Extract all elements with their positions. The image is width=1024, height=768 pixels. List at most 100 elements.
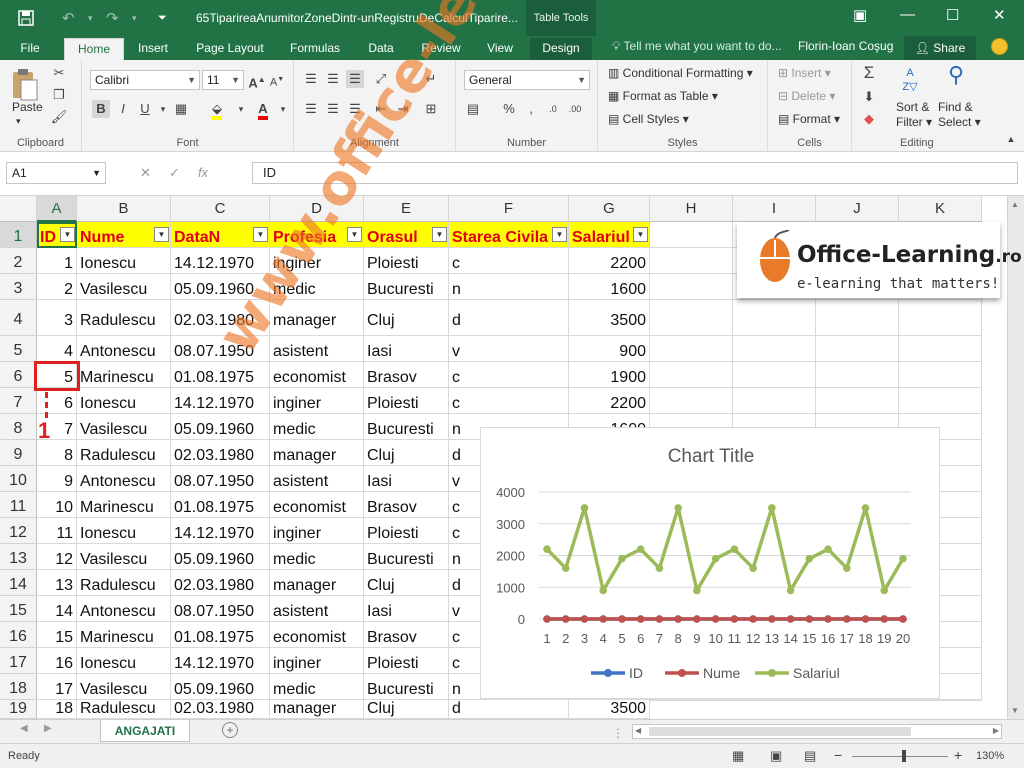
cut-icon[interactable]: ✂ <box>50 64 68 82</box>
table-cell[interactable]: asistent <box>270 596 364 622</box>
page-break-view-icon[interactable]: ▤ <box>804 748 816 764</box>
column-header[interactable]: B <box>77 196 171 222</box>
row-header[interactable]: 9 <box>0 440 37 466</box>
zoom-level[interactable]: 130% <box>976 750 1004 762</box>
empty-cell[interactable] <box>650 274 733 300</box>
scroll-left-icon[interactable]: ◀ <box>635 726 641 735</box>
table-cell[interactable]: Radulescu <box>77 440 171 466</box>
conditional-formatting-button[interactable]: ▥ Conditional Formatting ▾ <box>608 66 753 80</box>
table-cell[interactable]: Vasilescu <box>77 414 171 440</box>
customize-qat-icon[interactable]: ⏷ <box>158 0 167 36</box>
empty-cell[interactable] <box>733 362 816 388</box>
enter-icon[interactable]: ✓ <box>169 165 180 180</box>
tab-data[interactable]: Data <box>360 38 402 60</box>
table-cell[interactable]: Marinescu <box>77 362 171 388</box>
table-cell[interactable]: 3500 <box>569 700 650 719</box>
zoom-slider[interactable] <box>852 756 948 757</box>
table-cell[interactable]: manager <box>270 440 364 466</box>
column-header[interactable]: A <box>37 196 77 222</box>
empty-cell[interactable] <box>899 300 982 336</box>
empty-cell[interactable] <box>733 388 816 414</box>
table-cell[interactable]: Iasi <box>364 596 449 622</box>
table-cell[interactable]: 01.08.1975 <box>171 622 270 648</box>
increase-decimal-icon[interactable]: .0 <box>544 100 562 118</box>
format-as-table-button[interactable]: ▦ Format as Table ▾ <box>608 89 718 103</box>
table-cell[interactable]: Marinescu <box>77 492 171 518</box>
underline-icon[interactable]: U <box>136 100 154 118</box>
font-size-select[interactable]: 11 ▼ <box>202 70 244 90</box>
filter-dropdown-icon[interactable]: ▼ <box>552 227 567 242</box>
table-cell[interactable]: asistent <box>270 336 364 362</box>
collapse-ribbon-icon[interactable]: ▲ <box>1002 130 1020 148</box>
table-cell[interactable]: medic <box>270 274 364 300</box>
row-header[interactable]: 15 <box>0 596 37 622</box>
table-cell[interactable]: c <box>449 362 569 388</box>
undo-icon[interactable]: ↶ <box>62 0 75 36</box>
tab-view[interactable]: View <box>478 38 522 60</box>
find-select-icon[interactable]: ⚲ <box>942 64 970 96</box>
table-cell[interactable]: medic <box>270 414 364 440</box>
table-cell[interactable]: economist <box>270 362 364 388</box>
decrease-decimal-icon[interactable]: .00 <box>566 100 584 118</box>
table-cell[interactable]: c <box>449 388 569 414</box>
table-cell[interactable]: Bucuresti <box>364 274 449 300</box>
delete-cells-button[interactable]: ⊟ Delete ▾ <box>778 89 835 103</box>
vertical-scrollbar[interactable]: ▲ ▼ <box>1007 196 1024 719</box>
table-cell[interactable]: Vasilescu <box>77 674 171 700</box>
table-cell[interactable]: 9 <box>37 466 77 492</box>
zoom-out-icon[interactable]: − <box>834 747 842 763</box>
orientation-icon[interactable]: ⤢ <box>372 70 390 88</box>
empty-cell[interactable] <box>733 300 816 336</box>
table-cell[interactable]: 1900 <box>569 362 650 388</box>
maximize-icon[interactable]: ☐ <box>946 6 959 24</box>
table-cell[interactable]: 01.08.1975 <box>171 362 270 388</box>
row-header[interactable]: 3 <box>0 274 37 300</box>
paste-icon[interactable] <box>10 68 44 104</box>
row-header[interactable]: 6 <box>0 362 37 388</box>
redo-icon[interactable]: ↷ <box>106 0 119 36</box>
table-cell[interactable]: Ionescu <box>77 248 171 274</box>
table-cell[interactable]: Antonescu <box>77 336 171 362</box>
filter-dropdown-icon[interactable]: ▼ <box>432 227 447 242</box>
table-cell[interactable]: Ploiesti <box>364 648 449 674</box>
empty-cell[interactable] <box>733 700 816 701</box>
table-cell[interactable]: 3 <box>37 300 77 336</box>
empty-cell[interactable] <box>899 700 982 701</box>
fill-color-icon[interactable]: ⬙ <box>208 100 226 120</box>
empty-cell[interactable] <box>816 388 899 414</box>
copy-icon[interactable]: ❐ <box>50 86 68 104</box>
fill-color-dropdown-icon[interactable]: ▾ <box>232 100 250 118</box>
table-cell[interactable]: Marinescu <box>77 622 171 648</box>
line-chart[interactable]: Chart Title 0 1000 2000 3000 4000 1 2 3 4 5 6 7 8 9 10 1… <box>480 427 940 699</box>
table-cell[interactable]: 18 <box>37 700 77 719</box>
row-header[interactable]: 19 <box>0 700 37 719</box>
table-cell[interactable]: Iasi <box>364 336 449 362</box>
align-right-icon[interactable]: ☰ <box>346 100 364 118</box>
table-cell[interactable]: c <box>449 248 569 274</box>
tab-file[interactable]: File <box>8 38 52 60</box>
empty-cell[interactable] <box>899 388 982 414</box>
table-cell[interactable]: Vasilescu <box>77 274 171 300</box>
table-cell[interactable]: 11 <box>37 518 77 544</box>
increase-indent-icon[interactable]: ⇥ <box>394 100 412 118</box>
italic-icon[interactable]: I <box>114 100 132 118</box>
table-cell[interactable]: Ionescu <box>77 518 171 544</box>
table-cell[interactable]: 3500 <box>569 300 650 336</box>
table-cell[interactable]: Bucuresti <box>364 414 449 440</box>
table-cell[interactable]: Bucuresti <box>364 544 449 570</box>
table-cell[interactable]: Radulescu <box>77 570 171 596</box>
table-cell[interactable]: 14.12.1970 <box>171 518 270 544</box>
user-name[interactable]: Florin-Ioan Coşug <box>798 39 893 53</box>
table-cell[interactable]: 2 <box>37 274 77 300</box>
table-cell[interactable]: 05.09.1960 <box>171 274 270 300</box>
scroll-up-icon[interactable]: ▲ <box>1011 200 1019 209</box>
cancel-icon[interactable]: ✕ <box>140 165 151 180</box>
empty-cell[interactable] <box>650 248 733 274</box>
horizontal-scrollbar[interactable]: ◀ ▶ <box>632 724 1002 739</box>
table-cell[interactable]: manager <box>270 700 364 719</box>
align-center-icon[interactable]: ☰ <box>324 100 342 118</box>
table-cell[interactable]: Cluj <box>364 300 449 336</box>
comma-style-icon[interactable]: , <box>522 100 540 118</box>
table-cell[interactable]: 01.08.1975 <box>171 492 270 518</box>
column-header[interactable]: G <box>569 196 650 222</box>
